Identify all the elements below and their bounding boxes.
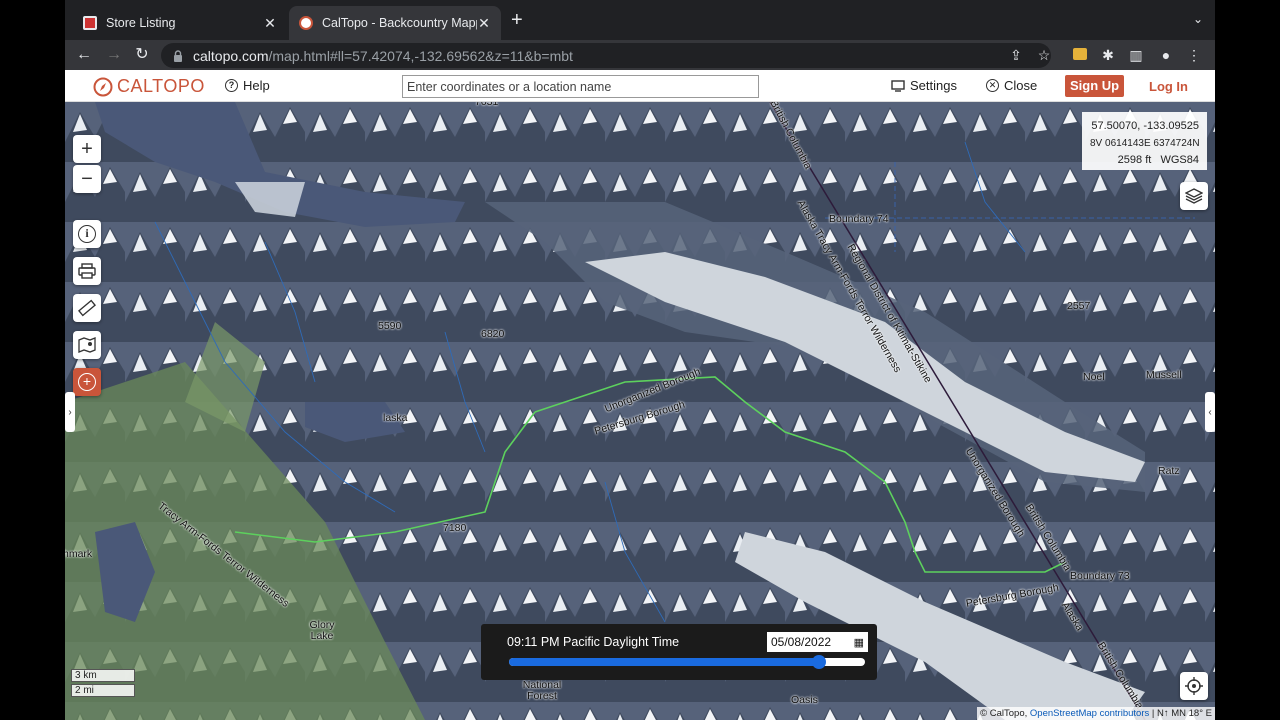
time-slider-fill [509, 658, 819, 666]
bookmark-star-icon[interactable]: ☆ [1035, 46, 1053, 64]
peak-label: 2557 [1067, 300, 1091, 312]
forest-label: National Forest [522, 679, 562, 702]
sign-up-button[interactable]: Sign Up [1065, 75, 1125, 97]
peak-label: Noel [1083, 371, 1105, 383]
map-canvas[interactable]: 7031 5590 6820 7180 2557 Boundary 74 Bou… [65, 102, 1215, 720]
crosshair-icon [1185, 677, 1203, 695]
boundary-peak-label: Boundary 73 [1070, 570, 1130, 582]
map-builder-button[interactable] [73, 331, 101, 359]
elevation-datum-readout: 2598 ft WGS84 [1117, 154, 1199, 166]
scale-mi: 2 mi [71, 684, 135, 697]
store-favicon-icon [83, 16, 97, 30]
back-arrow-icon[interactable]: ← [73, 44, 95, 66]
peak-label: 6820 [481, 328, 505, 340]
location-search-input[interactable] [402, 75, 759, 98]
boundary-peak-label: Boundary 74 [829, 213, 889, 225]
close-tab-icon[interactable]: ✕ [263, 15, 277, 32]
compass-logo-icon [93, 77, 113, 96]
plus-circle-icon: + [78, 373, 96, 391]
peak-label: Mussell [1146, 369, 1182, 381]
browser-menu-icon[interactable]: ⋮ [1185, 46, 1203, 64]
browser-window: Store Listing ✕ CalTopo - Backcountry Ma… [65, 0, 1215, 720]
extensions-puzzle-icon[interactable]: ✱ [1099, 46, 1117, 64]
place-label: hmark [65, 548, 93, 560]
help-question-icon: ? [225, 79, 238, 92]
utm-readout: 8V 0614143E 6374724N [1090, 138, 1200, 149]
caltopo-favicon-icon [299, 16, 313, 30]
locate-me-button[interactable] [1180, 672, 1208, 700]
lock-icon [174, 49, 182, 62]
extension-image-icon[interactable] [1071, 46, 1089, 64]
zoom-in-button[interactable]: + [73, 135, 101, 163]
print-button[interactable] [73, 257, 101, 285]
info-button[interactable]: i [73, 220, 101, 248]
time-slider-handle[interactable] [812, 655, 826, 669]
share-icon[interactable]: ⇪ [1007, 46, 1025, 64]
tab-store-listing[interactable]: Store Listing ✕ [73, 6, 287, 40]
printer-icon [78, 263, 96, 279]
new-tab-icon[interactable]: + [511, 10, 523, 30]
peak-label: 5590 [378, 320, 402, 332]
add-object-button[interactable]: + [73, 368, 101, 396]
peak-label: 7180 [443, 522, 467, 534]
close-button[interactable]: ✕ Close [986, 78, 1037, 93]
tab-title: CalTopo - Backcountry Mapping [322, 16, 477, 30]
log-in-link[interactable]: Log In [1149, 79, 1188, 94]
tab-title: Store Listing [106, 16, 176, 30]
layers-button[interactable] [1180, 182, 1208, 210]
zoom-out-button[interactable]: − [73, 165, 101, 193]
caltopo-logo[interactable]: CALTOPO [93, 76, 205, 97]
app-header: CALTOPO ?Help Settings ✕ Close Sign Up L… [65, 70, 1215, 102]
tab-search-chevron-icon[interactable]: ⌄ [1193, 12, 1203, 26]
peak-label: Ratz [1158, 465, 1180, 477]
right-panel-toggle[interactable]: ‹ [1205, 392, 1215, 432]
map-attribution: © CalTopo, OpenStreetMap contributors | … [977, 707, 1215, 720]
layers-icon [1185, 188, 1203, 204]
profile-avatar-icon[interactable]: ● [1157, 46, 1175, 64]
ruler-icon [78, 299, 96, 317]
forward-arrow-icon[interactable]: → [103, 44, 125, 66]
monitor-icon [891, 79, 905, 92]
reload-icon[interactable]: ↻ [131, 44, 153, 66]
date-input[interactable]: 05/08/2022 ▦ [767, 632, 868, 652]
browser-toolbar: ← → ↻ caltopo.com/map.html#ll=57.42074,-… [65, 40, 1215, 70]
close-circle-icon: ✕ [986, 79, 999, 92]
time-label: 09:11 PM Pacific Daylight Time [507, 635, 680, 649]
side-panel-icon[interactable]: ▥ [1127, 46, 1145, 64]
osm-link[interactable]: OpenStreetMap contributors [1030, 708, 1149, 719]
cursor-coordinates: 57.50070, -133.09525 8V 0614143E 6374724… [1082, 112, 1207, 170]
tab-strip: Store Listing ✕ CalTopo - Backcountry Ma… [65, 0, 1215, 40]
lake-label: Glory Lake [309, 619, 335, 642]
address-bar[interactable]: caltopo.com/map.html#ll=57.42074,-132.69… [161, 43, 1051, 68]
measure-button[interactable] [73, 294, 101, 322]
scale-km: 3 km [71, 669, 135, 682]
info-icon: i [78, 225, 96, 243]
place-label: laska [383, 412, 408, 424]
latlng-readout: 57.50070, -133.09525 [1091, 120, 1199, 132]
help-link[interactable]: ? Help [225, 78, 270, 93]
tab-caltopo[interactable]: CalTopo - Backcountry Mapping ✕ [289, 6, 501, 40]
left-panel-toggle[interactable]: › [65, 392, 75, 432]
time-slider-track[interactable] [509, 655, 865, 669]
map-pin-icon [78, 337, 96, 353]
calendar-icon: ▦ [853, 636, 864, 649]
close-tab-icon[interactable]: ✕ [477, 15, 491, 32]
url-text: caltopo.com/map.html#ll=57.42074,-132.69… [193, 47, 573, 64]
place-label: Oasis [791, 694, 818, 706]
sun-time-panel: 09:11 PM Pacific Daylight Time 05/08/202… [481, 624, 877, 680]
peak-label: 7031 [475, 102, 499, 108]
settings-button[interactable]: Settings [891, 78, 957, 93]
